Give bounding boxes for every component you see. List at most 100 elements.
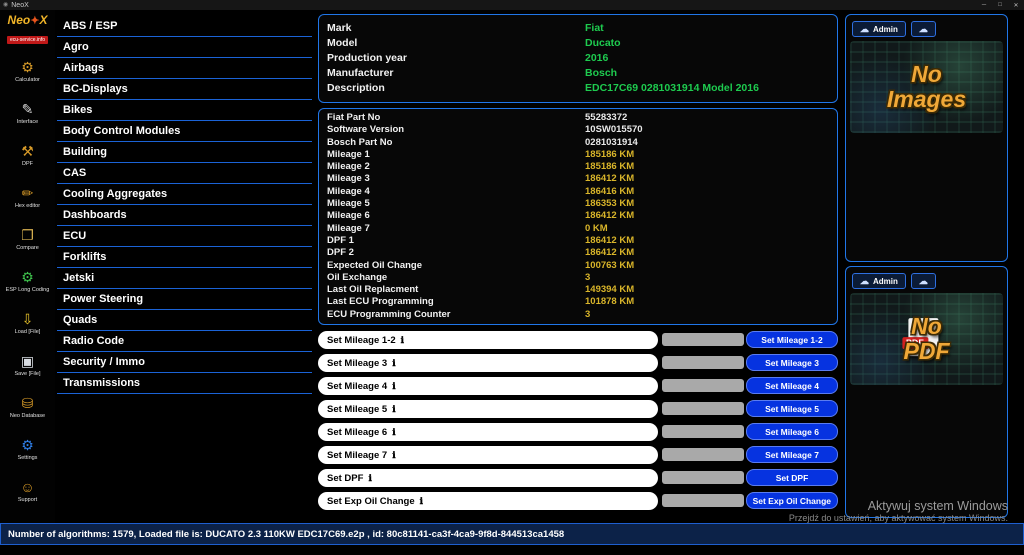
action-value-input[interactable]: [662, 494, 744, 507]
action-set-button[interactable]: Set Mileage 7: [746, 446, 838, 463]
category-item[interactable]: Bikes: [57, 100, 312, 121]
cloud-upload-icon: ☁: [860, 277, 869, 286]
status-text: Number of algorithms: 1579, Loaded file …: [8, 529, 564, 540]
admin-upload-images-button[interactable]: ☁ Admin: [852, 21, 906, 37]
category-item[interactable]: Building: [57, 142, 312, 163]
category-item[interactable]: Radio Code: [57, 331, 312, 352]
info-label: Model: [327, 36, 585, 51]
sidebar-item[interactable]: ⇩ Load [File]: [0, 302, 55, 344]
images-panel-header: ☁ Admin ☁: [852, 21, 936, 37]
category-item[interactable]: Forklifts: [57, 247, 312, 268]
action-set-button[interactable]: Set Mileage 6: [746, 423, 838, 440]
sidebar-item-label: Calculator: [15, 77, 40, 83]
category-item[interactable]: CAS: [57, 163, 312, 184]
action-value-input[interactable]: [662, 471, 744, 484]
action-set-button[interactable]: Set DPF: [746, 469, 838, 486]
ecu-info-row: Mileage 3 186412 KM: [327, 173, 829, 185]
action-set-button[interactable]: Set Mileage 3: [746, 354, 838, 371]
action-row: Set Mileage 6 ℹ Set Mileage 6: [318, 423, 838, 441]
images-preview-area[interactable]: No Images: [850, 41, 1003, 133]
close-button[interactable]: ✕: [1008, 0, 1024, 10]
action-label: Set Mileage 7 ℹ: [318, 446, 658, 464]
vehicle-info-row: Mark Fiat: [327, 21, 829, 36]
info-label: Last ECU Programming: [327, 296, 585, 308]
action-label: Set Mileage 3 ℹ: [318, 354, 658, 372]
sidebar-item[interactable]: ❐ Compare: [0, 218, 55, 260]
sidebar-item[interactable]: ⚙ Settings: [0, 428, 55, 470]
info-value: 186412 KM: [585, 173, 634, 185]
action-label: Set Mileage 6 ℹ: [318, 423, 658, 441]
cloud-images-button[interactable]: ☁: [911, 21, 936, 37]
info-label: Description: [327, 81, 585, 96]
sidebar-item[interactable]: ✏ Hex editor: [0, 176, 55, 218]
sidebar-item[interactable]: ▣ Save [File]: [0, 344, 55, 386]
minimize-button[interactable]: ─: [976, 0, 992, 10]
window-title: NeoX: [11, 2, 29, 9]
sidebar-item-icon: ⚙: [21, 270, 34, 285]
category-item[interactable]: ECU: [57, 226, 312, 247]
action-value-input[interactable]: [662, 379, 744, 392]
logo-subtitle: ecu-service.info: [7, 36, 48, 44]
info-value: 0 KM: [585, 223, 608, 235]
images-panel: ☁ Admin ☁ No Images: [845, 14, 1008, 262]
sidebar-item[interactable]: ⛁ Neo Database: [0, 386, 55, 428]
sidebar-item[interactable]: ⚒ DPF: [0, 134, 55, 176]
category-item[interactable]: Dashboards: [57, 205, 312, 226]
info-label: Bosch Part No: [327, 137, 585, 149]
sidebar-item[interactable]: ☺ Support: [0, 470, 55, 512]
admin-upload-pdf-button[interactable]: ☁ Admin: [852, 273, 906, 289]
info-label: Expected Oil Change: [327, 260, 585, 272]
info-label: Oil Exchange: [327, 272, 585, 284]
category-item[interactable]: Cooling Aggregates: [57, 184, 312, 205]
sidebar-item-icon: ▣: [21, 354, 34, 369]
category-item[interactable]: BC-Displays: [57, 79, 312, 100]
info-value: 2016: [585, 51, 608, 66]
info-icon: ℹ: [392, 381, 395, 392]
status-bar: Number of algorithms: 1579, Loaded file …: [0, 523, 1024, 545]
pdf-panel: ☁ Admin ☁ PDF No PDF: [845, 266, 1008, 518]
sidebar-item[interactable]: ⚙ Calculator: [0, 50, 55, 92]
category-item[interactable]: Quads: [57, 310, 312, 331]
category-item[interactable]: Security / Immo: [57, 352, 312, 373]
action-value-input[interactable]: [662, 425, 744, 438]
action-value-input[interactable]: [662, 448, 744, 461]
info-label: Last Oil Replacment: [327, 284, 585, 296]
info-icon: ℹ: [401, 335, 404, 346]
category-item[interactable]: Agro: [57, 37, 312, 58]
action-set-button[interactable]: Set Mileage 5: [746, 400, 838, 417]
sidebar-item-icon: ⇩: [22, 312, 34, 327]
maximize-button[interactable]: □: [992, 0, 1008, 10]
category-item[interactable]: ABS / ESP: [57, 16, 312, 37]
info-value: 186412 KM: [585, 247, 634, 259]
sidebar-item-icon: ⚒: [21, 144, 34, 159]
action-label: Set Mileage 1-2 ℹ: [318, 331, 658, 349]
category-item[interactable]: Power Steering: [57, 289, 312, 310]
ecu-info-row: Fiat Part No 55283372: [327, 112, 829, 124]
cloud-pdf-button[interactable]: ☁: [911, 273, 936, 289]
info-label: Mark: [327, 21, 585, 36]
info-value: 101878 KM: [585, 296, 634, 308]
category-item[interactable]: Jetski: [57, 268, 312, 289]
sidebar-item-icon: ✏: [22, 186, 34, 201]
category-item[interactable]: Transmissions: [57, 373, 312, 394]
category-item[interactable]: Body Control Modules: [57, 121, 312, 142]
action-value-input[interactable]: [662, 356, 744, 369]
info-value: 149394 KM: [585, 284, 634, 296]
info-label: Mileage 6: [327, 210, 585, 222]
action-set-button[interactable]: Set Mileage 1-2: [746, 331, 838, 348]
action-value-input[interactable]: [662, 333, 744, 346]
category-item[interactable]: Airbags: [57, 58, 312, 79]
action-row: Set DPF ℹ Set DPF: [318, 469, 838, 487]
vehicle-info-row: Model Ducato: [327, 36, 829, 51]
sidebar-item-label: Neo Database: [10, 413, 45, 419]
sidebar-item[interactable]: ⚙ ESP Long Coding: [0, 260, 55, 302]
sidebar: Neo✦X ecu-service.info ⚙ Calculator ✎ In…: [0, 10, 55, 523]
info-value: 0281031914: [585, 137, 638, 149]
pdf-panel-header: ☁ Admin ☁: [852, 273, 936, 289]
action-set-button[interactable]: Set Mileage 4: [746, 377, 838, 394]
pdf-preview-area[interactable]: PDF No PDF: [850, 293, 1003, 385]
action-value-input[interactable]: [662, 402, 744, 415]
info-label: Mileage 7: [327, 223, 585, 235]
action-row: Set Mileage 3 ℹ Set Mileage 3: [318, 354, 838, 372]
sidebar-item[interactable]: ✎ Interface: [0, 92, 55, 134]
